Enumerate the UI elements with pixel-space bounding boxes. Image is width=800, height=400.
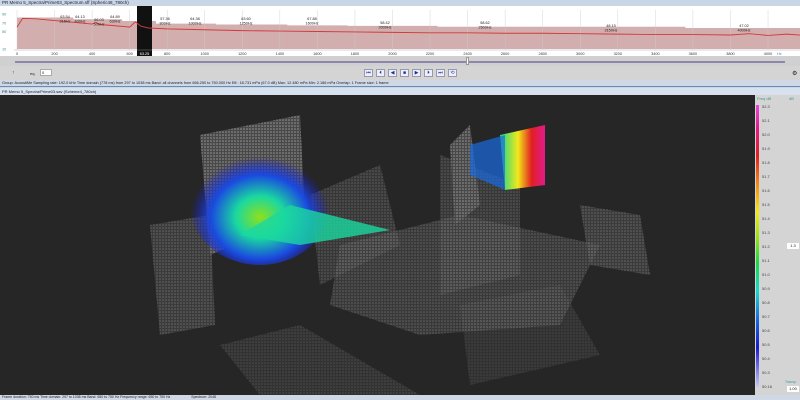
y-tick-label: 90: [2, 13, 6, 17]
colorbar-label: 51.3: [762, 230, 770, 235]
colorbar-label: 50.8: [762, 300, 770, 305]
peak-value: 64.38: [190, 17, 200, 21]
play-icon: ▶: [414, 70, 419, 76]
peak-value: 63.60: [241, 17, 251, 21]
colorbar-label: 52.3: [762, 104, 770, 109]
spectrum-svg[interactable]: 0 200 400 600 800 1000 1200 1400 1600 1800 2000 220…: [0, 6, 800, 56]
colorbar-label: 51.1: [762, 258, 770, 263]
peak-freq: 1250Hz: [239, 22, 252, 26]
colorbar-unit: dB: [789, 96, 794, 101]
eq-input[interactable]: 0: [40, 69, 52, 76]
peak-freq: 2000Hz: [378, 26, 391, 30]
colorbar-label: 51.4: [762, 216, 770, 221]
peak-freq: 800Hz: [160, 22, 171, 26]
marker-icon: ↑: [12, 70, 15, 76]
loop-button[interactable]: ⟲: [448, 69, 457, 77]
peak-value: 58.62: [480, 21, 490, 25]
playback-controls: ↑ eq. 0 ⚙ ⏮ ⏴ ◀ ■ ▶ ⏵ ⏭ ⟲: [0, 66, 800, 80]
colorbar-label: 51.6: [762, 188, 770, 193]
stop-icon: ■: [402, 70, 407, 76]
time-slider[interactable]: [0, 56, 800, 66]
slider-track[interactable]: [15, 61, 785, 63]
range-input[interactable]: 1.3: [787, 243, 799, 249]
peak-freq: 400Hz: [75, 20, 86, 24]
selected-band[interactable]: [137, 6, 152, 56]
colorbar-label: 50.3: [762, 370, 770, 375]
peak-value: 64.89: [110, 15, 120, 19]
sound-field-heatmap: [190, 145, 330, 265]
peak-value: 57.36: [160, 17, 170, 21]
colorbar-label: 50.4: [762, 356, 770, 361]
skip-end-button[interactable]: ⏭: [436, 69, 445, 77]
scale-input[interactable]: 1.00: [787, 386, 799, 392]
colorbar-label: 52.1: [762, 118, 770, 123]
step-forward-button[interactable]: ⏵: [424, 69, 433, 77]
colorbar-label: 51.9: [762, 146, 770, 151]
settings-icon[interactable]: ⚙: [792, 70, 797, 77]
rewind-button[interactable]: ◀: [388, 69, 397, 77]
skip-start-icon: ⏮: [366, 70, 371, 76]
y-tick-label: 50: [2, 30, 6, 34]
play-button[interactable]: ▶: [412, 69, 421, 77]
colorbar-label: 50.9: [762, 286, 770, 291]
peak-value: 63.54: [60, 15, 70, 19]
skip-start-button[interactable]: ⏮: [364, 69, 373, 77]
peak-freq: 1000Hz: [188, 22, 201, 26]
colorbar-label: 51.8: [762, 160, 770, 165]
bottom-status-text: Frame duration: 750 ms Time domain: 297 …: [2, 395, 171, 399]
stop-button[interactable]: ■: [400, 69, 409, 77]
color-scale: Freq dB dB 1.3 Transp. 1.00 52.3 52.1 52.0…: [755, 95, 800, 395]
peak-value: 48.15: [606, 24, 616, 28]
rewind-icon: ◀: [390, 70, 395, 76]
skip-end-icon: ⏭: [438, 70, 443, 76]
eq-label: eq.: [30, 71, 36, 76]
colorbar-header: Freq dB: [757, 96, 772, 101]
slider-thumb[interactable]: [466, 57, 469, 65]
colorbar-gradient: [756, 105, 759, 387]
colorbar-label: 50.5: [762, 342, 770, 347]
colorbar-label: 51.5: [762, 202, 770, 207]
peak-freq: 630Hz: [110, 20, 121, 24]
bottom-status-bar: Frame duration: 750 ms Time domain: 297 …: [0, 395, 800, 400]
step-back-button[interactable]: ⏴: [376, 69, 385, 77]
colorbar-label: 51.0: [762, 272, 770, 277]
spectrum-chart[interactable]: 0 200 400 600 800 1000 1200 1400 1600 1800 2000 220…: [0, 6, 800, 56]
peak-value: 58.42: [380, 21, 390, 25]
colorbar-label: 50.16: [762, 384, 773, 389]
y-tick-label: 70: [2, 21, 6, 25]
step-forward-icon: ⏵: [427, 70, 430, 76]
step-back-icon: ⏴: [379, 70, 382, 76]
loop-icon: ⟲: [450, 70, 455, 76]
peak-freq: 1600Hz: [305, 22, 318, 26]
peak-value: 64.13: [75, 15, 85, 19]
y-tick-label: 10: [2, 48, 6, 52]
colorbar-label: 51.7: [762, 174, 770, 179]
scale-label: Transp.: [785, 380, 797, 384]
peak-value: 47.02: [739, 24, 749, 28]
viewport-title: PR Memo 5_Spectra/Prime03.sav (Scheme4_7…: [0, 88, 800, 95]
bottom-status-right: Spectrum: 2048: [191, 395, 216, 399]
peak-freq: 4000Hz: [737, 29, 750, 33]
peak-freq: 315Hz: [60, 20, 71, 24]
peak-value: 66.03: [94, 18, 104, 22]
heatmap-wall: [500, 125, 545, 190]
colorbar-label: 50.6: [762, 328, 770, 333]
status-bar: Group: AcoustiMe Sampling rate: 192.0 kH…: [0, 80, 800, 87]
colorbar-label: 52.0: [762, 132, 770, 137]
colorbar-label: 51.2: [762, 244, 770, 249]
peak-value: 67.88: [307, 17, 317, 21]
peak-freq: 2500Hz: [478, 26, 491, 30]
3d-point-cloud-view[interactable]: [0, 95, 755, 395]
colorbar-label: 50.7: [762, 314, 770, 319]
point-cloud-svg[interactable]: [0, 95, 755, 395]
peak-freq: 500Hz: [94, 23, 105, 27]
peak-freq: 3150Hz: [604, 29, 617, 33]
